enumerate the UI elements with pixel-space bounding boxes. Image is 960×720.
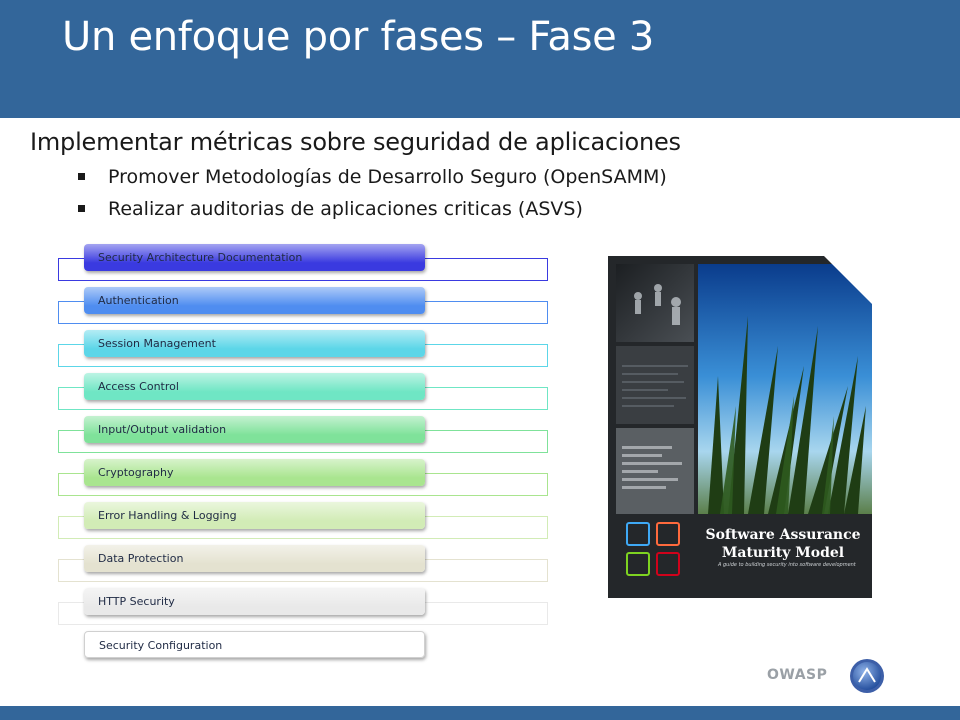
bullet-text: Realizar auditorias de aplicaciones crit… — [108, 198, 583, 220]
book-cover-image: Software Assurance Maturity Model A guid… — [608, 256, 872, 598]
verification-area-label: Security Architecture Documentation — [84, 244, 425, 271]
footer-bar — [0, 706, 960, 720]
book-title: Software Assurance Maturity Model — [698, 526, 868, 562]
verification-area-label: Session Management — [84, 330, 425, 357]
verification-area-label: Security Configuration — [84, 631, 425, 658]
verification-area-label: Cryptography — [84, 459, 425, 486]
governance-icon — [626, 522, 650, 546]
deployment-icon — [656, 552, 680, 576]
verification-area-label: Error Handling & Logging — [84, 502, 425, 529]
cover-icon-grid — [626, 522, 682, 578]
verification-area-label: Data Protection — [84, 545, 425, 572]
owasp-wordmark: OWASP — [767, 667, 828, 683]
verification-area-label: Access Control — [84, 373, 425, 400]
square-bullet-icon — [78, 173, 85, 180]
verification-area-label: Input/Output validation — [84, 416, 425, 443]
samm-book-cover: Software Assurance Maturity Model A guid… — [608, 256, 872, 598]
slide-title: Un enfoque por fases – Fase 3 — [62, 14, 655, 60]
book-caption: A guide to building security into softwa… — [718, 562, 856, 568]
verification-area-label: Authentication — [84, 287, 425, 314]
construction-icon — [656, 522, 680, 546]
book-title-line-1: Software Assurance — [705, 527, 861, 543]
slide-header: Un enfoque por fases – Fase 3 — [0, 0, 960, 118]
verification-area-label: HTTP Security — [84, 588, 425, 615]
slide-subtitle: Implementar métricas sobre seguridad de … — [30, 128, 681, 156]
book-title-line-2: Maturity Model — [721, 545, 845, 561]
verification-icon — [626, 552, 650, 576]
square-bullet-icon — [78, 205, 85, 212]
owasp-logo-icon — [850, 659, 884, 693]
bullet-text: Promover Metodologías de Desarrollo Segu… — [108, 166, 667, 188]
